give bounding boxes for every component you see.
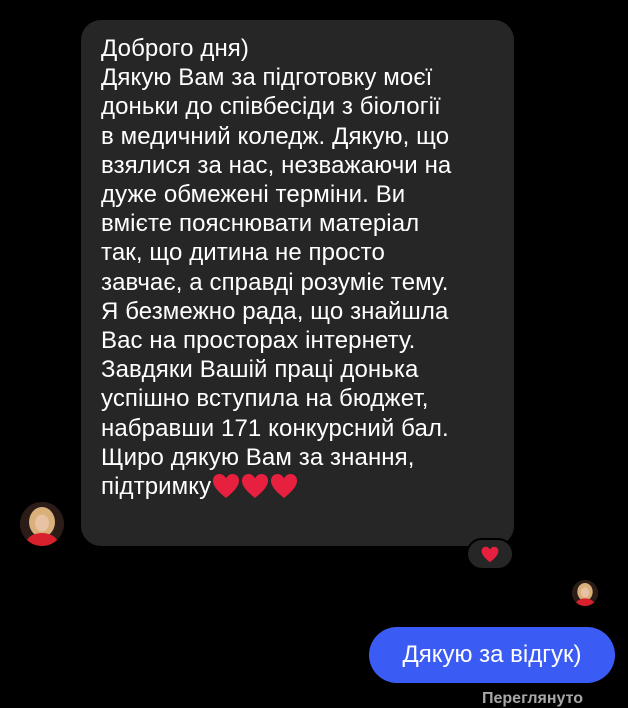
reactor-avatar-image (572, 580, 598, 606)
red-heart-icon (271, 474, 298, 499)
red-heart-emoji (242, 474, 269, 499)
reactor-avatar[interactable] (572, 580, 598, 606)
outgoing-message-bubble[interactable]: Дякую за відгук) (369, 627, 615, 683)
message-reaction-badge[interactable] (466, 538, 514, 570)
incoming-message-bubble[interactable]: Доброго дня) Дякую Вам за підготовку моє… (81, 20, 514, 546)
incoming-message-body: Доброго дня) Дякую Вам за підготовку моє… (101, 35, 452, 501)
red-heart-icon (481, 546, 499, 562)
seen-status-label: Переглянуто (482, 690, 583, 707)
red-heart-icon (213, 474, 240, 499)
sender-avatar[interactable] (20, 502, 64, 546)
sender-avatar-image (20, 502, 64, 546)
red-heart-icon (242, 474, 269, 499)
outgoing-message-text: Дякую за відгук) (402, 641, 582, 668)
incoming-message-text: Доброго дня) Дякую Вам за підготовку моє… (101, 34, 500, 501)
red-heart-emoji (213, 474, 240, 499)
red-heart-emoji (271, 474, 298, 499)
hearts-group (211, 473, 298, 500)
